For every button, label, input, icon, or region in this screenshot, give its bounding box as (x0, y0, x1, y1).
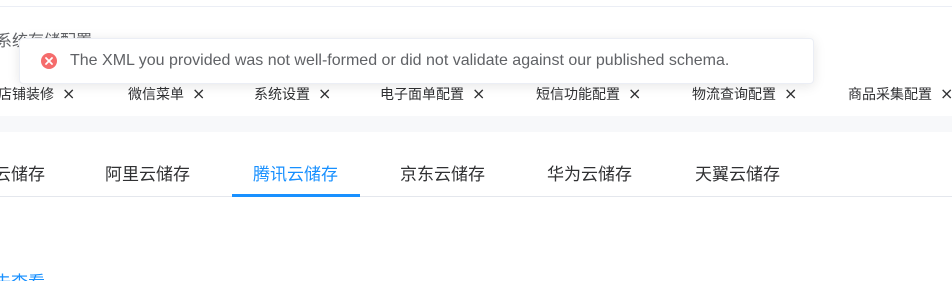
tag-label: 系统设置 (254, 87, 310, 103)
error-toast: The XML you provided was not well-formed… (19, 38, 814, 84)
tab-tianyi-storage[interactable]: 天翼云储存 (695, 163, 780, 187)
tab-jd-storage[interactable]: 京东云储存 (400, 163, 485, 187)
tabs-divider (0, 196, 952, 197)
close-icon[interactable]: × (940, 84, 952, 104)
close-icon[interactable]: × (628, 84, 641, 104)
tab-aliyun-storage[interactable]: 阿里云储存 (105, 163, 190, 187)
close-icon[interactable]: × (62, 84, 75, 104)
close-icon[interactable]: × (192, 84, 205, 104)
tag-label: 物流查询配置 (692, 87, 776, 103)
tag-label: 电子面单配置 (380, 87, 464, 103)
error-circle-icon (41, 53, 57, 69)
top-divider (0, 6, 952, 7)
tag-item[interactable]: 系统设置 × (254, 84, 331, 104)
tab-huawei-storage[interactable]: 华为云储存 (547, 163, 632, 187)
tab-cloud-storage[interactable]: 云储存 (0, 163, 45, 187)
close-icon[interactable]: × (318, 84, 331, 104)
tag-label: 商品采集配置 (848, 87, 932, 103)
tag-item[interactable]: 短信功能配置 × (536, 84, 641, 104)
tag-item[interactable]: 微信菜单 × (128, 84, 205, 104)
close-icon[interactable]: × (472, 84, 485, 104)
view-link[interactable]: 去查看 (0, 268, 45, 281)
tag-item[interactable]: 电子面单配置 × (380, 84, 485, 104)
tag-item[interactable]: 商品采集配置 × (848, 84, 952, 104)
tag-item[interactable]: 物流查询配置 × (692, 84, 797, 104)
tag-label: 短信功能配置 (536, 87, 620, 103)
tag-label: 店铺装修 (0, 87, 54, 103)
tag-item[interactable]: 店铺装修 × (0, 84, 75, 104)
close-icon[interactable]: × (784, 84, 797, 104)
tag-label: 微信菜单 (128, 87, 184, 103)
tab-tencent-storage[interactable]: 腾讯云储存 (253, 163, 338, 187)
toast-message: The XML you provided was not well-formed… (70, 52, 730, 69)
active-tab-indicator (232, 194, 360, 197)
